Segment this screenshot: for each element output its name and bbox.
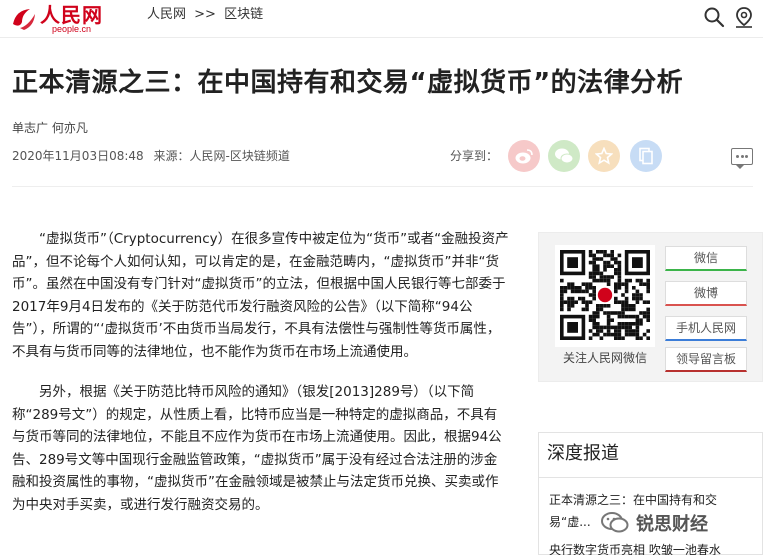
deep-report-divider (539, 477, 763, 478)
qr-code-icon (560, 250, 650, 340)
wechat-button[interactable]: 微信 (665, 246, 747, 271)
star-icon (595, 147, 613, 165)
copy-icon (639, 147, 653, 165)
qr-label: 关注人民网微信 (562, 351, 647, 365)
search-icon[interactable] (703, 6, 725, 28)
article-meta: 2020年11月03日08:48 来源：人民网-区块链频道 (12, 148, 296, 164)
deep-report-title: 深度报道 (547, 443, 619, 464)
article-body: “虚拟货币”（Cryptocurrency）在很多宣传中被定位为“货币”或者“金… (12, 228, 510, 534)
people-logo[interactable]: 人民网 people.cn (10, 4, 105, 34)
wechat-watermark-icon (601, 512, 629, 533)
share-wechat-button[interactable] (548, 140, 580, 172)
article-source[interactable]: 来源：人民网-区块链频道 (154, 149, 290, 163)
share-favorite-button[interactable] (588, 140, 620, 172)
comment-icon[interactable] (731, 148, 753, 169)
weibo-icon (515, 149, 533, 164)
wechat-qr-code (555, 245, 655, 347)
location-icon[interactable] (733, 6, 755, 28)
watermark: 锐思财经 (600, 508, 708, 538)
mobile-people-button[interactable]: 手机人民网 (665, 316, 747, 341)
logo-url: people.cn (52, 24, 92, 34)
header-divider (12, 186, 753, 187)
header-icons (703, 6, 757, 30)
share-weibo-button[interactable] (508, 140, 540, 172)
share-label: 分享到： (450, 149, 499, 163)
breadcrumb-separator: >> (194, 7, 216, 22)
breadcrumb: 人民网 >> 区块链 (147, 6, 267, 24)
share-copy-button[interactable] (630, 140, 662, 172)
article-paragraph: “虚拟货币”（Cryptocurrency）在很多宣传中被定位为“货币”或者“金… (12, 231, 509, 360)
weibo-button[interactable]: 微博 (665, 281, 747, 306)
breadcrumb-home[interactable]: 人民网 (147, 7, 186, 22)
deep-report-item[interactable]: 央行数字货币亮相 吹皱一池春水 (549, 539, 759, 555)
article-authors: 单志广 何亦凡 (12, 121, 88, 135)
watermark-text: 锐思财经 (636, 514, 708, 535)
follow-panel: 关注人民网微信 微信 微博 手机人民网 领导留言板 (538, 232, 763, 382)
breadcrumb-blockchain[interactable]: 区块链 (224, 7, 263, 22)
logo-mark-icon (13, 9, 35, 30)
top-bar: 人民网 people.cn 人民网 >> 区块链 (0, 0, 763, 38)
article-title: 正本清源之三：在中国持有和交易“虚拟货币”的法律分析 (12, 68, 684, 98)
logo-text: 人民网 (40, 3, 103, 27)
wechat-icon (555, 148, 574, 164)
leader-message-button[interactable]: 领导留言板 (665, 347, 747, 372)
publish-date: 2020年11月03日08:48 (12, 149, 144, 163)
article-paragraph: 另外，根据《关于防范比特币风险的通知》（银发[2013]289号）（以下简称“2… (12, 384, 502, 513)
